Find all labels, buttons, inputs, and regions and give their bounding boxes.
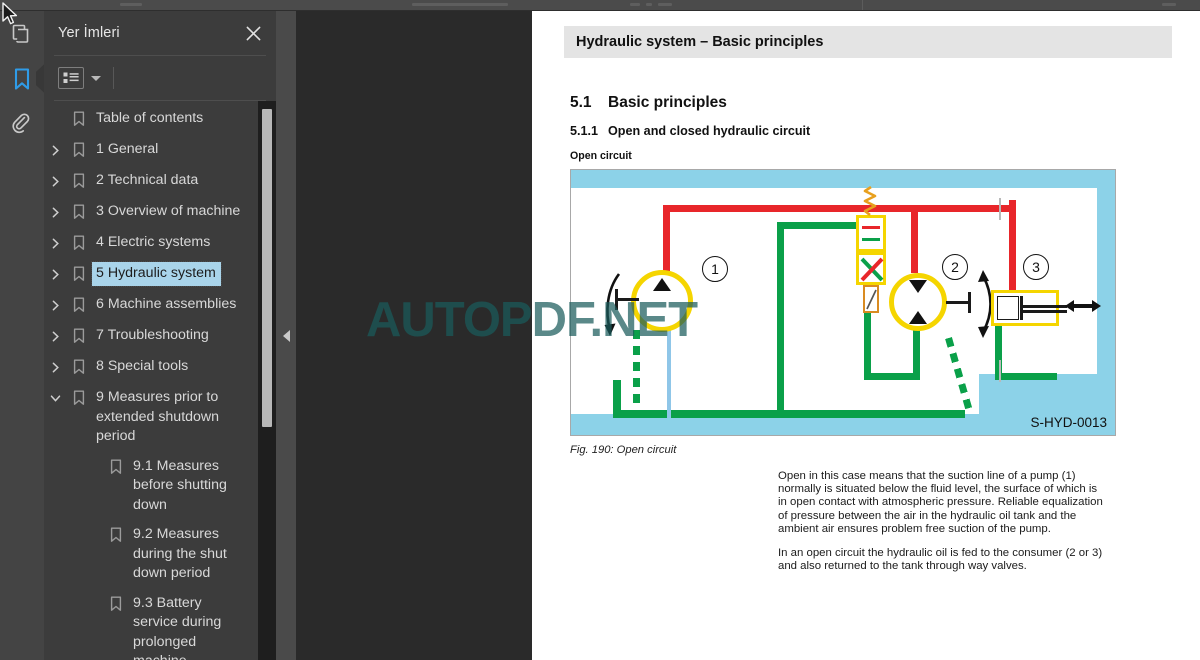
bookmark-icon (103, 523, 129, 547)
bookmarks-tree-container: Table of contents 1 General 2 Technical da… (44, 101, 276, 660)
attachment-icon (12, 112, 30, 133)
bookmark-label[interactable]: 3 Overview of machine (92, 200, 245, 224)
bookmark-label[interactable]: 9.3 Battery service during prolonged mac… (129, 592, 254, 660)
callout-3: 3 (1023, 254, 1049, 280)
bookmark-icon (103, 592, 129, 616)
bookmark-item[interactable]: 5 Hydraulic system (44, 259, 258, 290)
bookmark-label[interactable]: Table of contents (92, 107, 208, 131)
pump-rotation-arrow (604, 273, 621, 336)
toolbar-separator (113, 67, 114, 89)
bookmark-icon (66, 169, 92, 193)
paragraph-2: In an open circuit the hydraulic oil is … (778, 547, 1103, 573)
bookmark-icon (103, 455, 129, 479)
thumbnails-icon (12, 24, 29, 43)
figure-canvas: 1 2 3 S-HYD-0013 (571, 170, 1115, 435)
close-icon (246, 26, 260, 40)
list-view-button[interactable] (58, 67, 84, 89)
body-text-column: Open in this case means that the suction… (778, 470, 1108, 573)
bookmark-icon (66, 386, 92, 410)
bookmark-label[interactable]: 1 General (92, 138, 163, 162)
bookmark-icon (66, 107, 92, 131)
bookmarks-panel-header: Yer İmleri (44, 11, 276, 55)
bookmark-item[interactable]: 9 Measures prior to extended shutdown pe… (44, 383, 258, 452)
bookmark-icon (66, 293, 92, 317)
hydraulic-cylinder-symbol (991, 290, 1067, 326)
section-number: 5.1 (570, 94, 592, 111)
bookmark-item[interactable]: 7 Troubleshooting (44, 321, 258, 352)
bookmark-icon (66, 200, 92, 224)
section-title: Basic principles (608, 94, 727, 111)
directional-control-valve-upper (856, 215, 886, 252)
callout-1: 1 (702, 256, 728, 282)
list-view-icon (63, 72, 79, 83)
bookmarks-tree: Table of contents 1 General 2 Technical da… (44, 101, 258, 660)
cylinder-stroke-arrow (1065, 300, 1101, 312)
bookmark-item[interactable]: 9.3 Battery service during prolonged mac… (44, 589, 258, 660)
valve-spring-icon (863, 186, 877, 216)
rail-button-attachments[interactable] (0, 101, 44, 146)
bookmark-item[interactable]: 3 Overview of machine (44, 197, 258, 228)
chevron-right-icon[interactable] (44, 169, 66, 193)
chevron-right-icon[interactable] (44, 324, 66, 348)
bookmark-label[interactable]: 9.2 Measures during the shut down period (129, 523, 254, 586)
bookmarks-toolbar (44, 56, 276, 100)
running-header: Hydraulic system – Basic principles (564, 26, 1172, 58)
callout-2: 2 (942, 254, 968, 280)
bookmark-item[interactable]: 4 Electric systems (44, 228, 258, 259)
section-heading: 5.1 Basic principles (570, 94, 1172, 112)
directional-control-valve-lower (856, 252, 886, 285)
figure-caption: Fig. 190: Open circuit (570, 444, 677, 456)
bookmarks-scrollbar[interactable] (258, 101, 276, 660)
close-panel-button[interactable] (242, 22, 264, 44)
panel-splitter[interactable] (276, 11, 296, 660)
bookmark-label[interactable]: 6 Machine assemblies (92, 293, 241, 317)
scrollbar-thumb[interactable] (262, 109, 272, 427)
chevron-right-icon[interactable] (44, 262, 66, 286)
figure-code: S-HYD-0013 (1030, 415, 1107, 430)
bookmark-icon (14, 67, 30, 90)
bookmark-label[interactable]: 5 Hydraulic system (91, 261, 222, 287)
main-toolbar-clipped[interactable] (0, 0, 1200, 11)
bookmark-item[interactable]: Table of contents (44, 104, 258, 135)
rail-button-thumbnails[interactable] (0, 11, 44, 56)
bookmark-icon (66, 231, 92, 255)
bookmark-icon (66, 324, 92, 348)
rail-button-bookmarks[interactable] (0, 56, 45, 101)
chevron-right-icon[interactable] (44, 200, 66, 224)
bookmark-item[interactable]: 6 Machine assemblies (44, 290, 258, 321)
bookmark-label[interactable]: 9 Measures prior to extended shutdown pe… (92, 386, 254, 449)
bookmark-item[interactable]: 9.1 Measures before shutting down (44, 452, 258, 521)
pdf-page: Hydraulic system – Basic principles 5.1 B… (532, 11, 1200, 660)
chevron-right-icon[interactable] (44, 293, 66, 317)
panel-title: Yer İmleri (58, 25, 120, 41)
chevron-right-icon[interactable] (44, 355, 66, 379)
collapse-panel-icon[interactable] (282, 329, 290, 342)
bookmark-label[interactable]: 8 Special tools (92, 355, 193, 379)
bookmark-item[interactable]: 2 Technical data (44, 166, 258, 197)
subsection-number: 5.1.1 (570, 124, 599, 138)
subsection-heading: 5.1.1 Open and closed hydraulic circuit (570, 124, 1172, 138)
document-viewer[interactable]: Hydraulic system – Basic principles 5.1 B… (296, 11, 1200, 660)
paragraph-1: Open in this case means that the suction… (778, 470, 1103, 535)
chevron-right-icon[interactable] (44, 231, 66, 255)
bookmark-icon (66, 262, 92, 286)
figure-open-circuit: 1 2 3 S-HYD-0013 (570, 169, 1116, 436)
bookmark-label[interactable]: 7 Troubleshooting (92, 324, 214, 348)
subsection-title: Open and closed hydraulic circuit (608, 124, 811, 138)
chevron-down-icon[interactable] (44, 386, 66, 410)
bookmark-item[interactable]: 9.2 Measures during the shut down period (44, 520, 258, 589)
bookmark-label[interactable]: 2 Technical data (92, 169, 203, 193)
pdf-viewer-window: Yer İmleri Table of contents 1 General 2… (0, 0, 1200, 660)
bookmark-item[interactable]: 8 Special tools (44, 352, 258, 383)
bookmark-icon (66, 138, 92, 162)
bookmark-label[interactable]: 4 Electric systems (92, 231, 215, 255)
sidebar-icon-rail (0, 11, 45, 660)
sub-label: Open circuit (570, 150, 632, 162)
chevron-right-icon[interactable] (44, 138, 66, 162)
chevron-down-icon[interactable] (91, 75, 101, 81)
bookmark-label[interactable]: 9.1 Measures before shutting down (129, 455, 254, 518)
bookmark-item[interactable]: 1 General (44, 135, 258, 166)
bookmarks-panel: Yer İmleri Table of contents 1 General 2… (44, 11, 276, 660)
bookmark-icon (66, 355, 92, 379)
